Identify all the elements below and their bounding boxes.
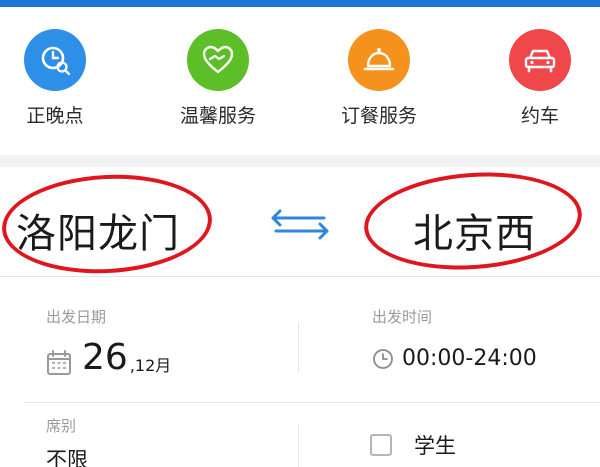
calendar-icon (47, 350, 71, 375)
swap-stations-button[interactable] (262, 207, 338, 241)
column-divider (298, 322, 299, 372)
service-label: 约车 (520, 105, 559, 127)
departure-month: ,12月 (129, 356, 172, 375)
service-meal-order[interactable]: 订餐服务 (324, 29, 434, 139)
departure-highlight-circle (0, 169, 215, 279)
car-icon (509, 29, 571, 91)
clock-search-icon (24, 29, 86, 91)
service-label: 正晚点 (26, 105, 84, 127)
departure-time-caption: 出发时间 (372, 308, 433, 326)
food-cloche-icon (348, 29, 410, 91)
departure-date-picker[interactable]: 26 ,12月 (46, 340, 171, 376)
heart-hands-icon (187, 29, 249, 91)
clock-icon (373, 348, 393, 369)
service-on-time[interactable]: 正晚点 (0, 29, 110, 139)
departure-day: 26 (82, 337, 128, 378)
departure-date-caption: 出发日期 (46, 308, 107, 326)
departure-time-picker[interactable]: 00:00-24:00 (372, 346, 537, 371)
student-label: 学生 (414, 434, 456, 458)
service-label: 温馨服务 (179, 105, 256, 127)
column-divider (298, 425, 299, 467)
student-checkbox[interactable] (370, 434, 392, 456)
row-divider (24, 402, 600, 403)
section-separator (0, 155, 600, 167)
search-options: 出发日期 26 ,12月 出发时间 00:00-24:00 席别 不限 学生 (0, 278, 600, 467)
service-label: 订餐服务 (340, 105, 417, 127)
student-ticket-option[interactable]: 学生 (370, 430, 456, 460)
service-shortcuts: 正晚点 温馨服务 订餐服务 约车 (0, 7, 600, 155)
seat-class-select[interactable]: 不限 (46, 444, 88, 467)
service-ride-hailing[interactable]: 约车 (485, 29, 595, 139)
route-selector: 洛阳龙门 北京西 (0, 165, 600, 279)
service-care[interactable]: 温馨服务 (163, 29, 273, 139)
top-status-bar (0, 0, 600, 7)
departure-time-range: 00:00-24:00 (402, 346, 537, 371)
arrival-highlight-circle (360, 165, 586, 277)
seat-class-caption: 席别 (46, 417, 77, 435)
swap-arrows-icon (271, 209, 329, 240)
